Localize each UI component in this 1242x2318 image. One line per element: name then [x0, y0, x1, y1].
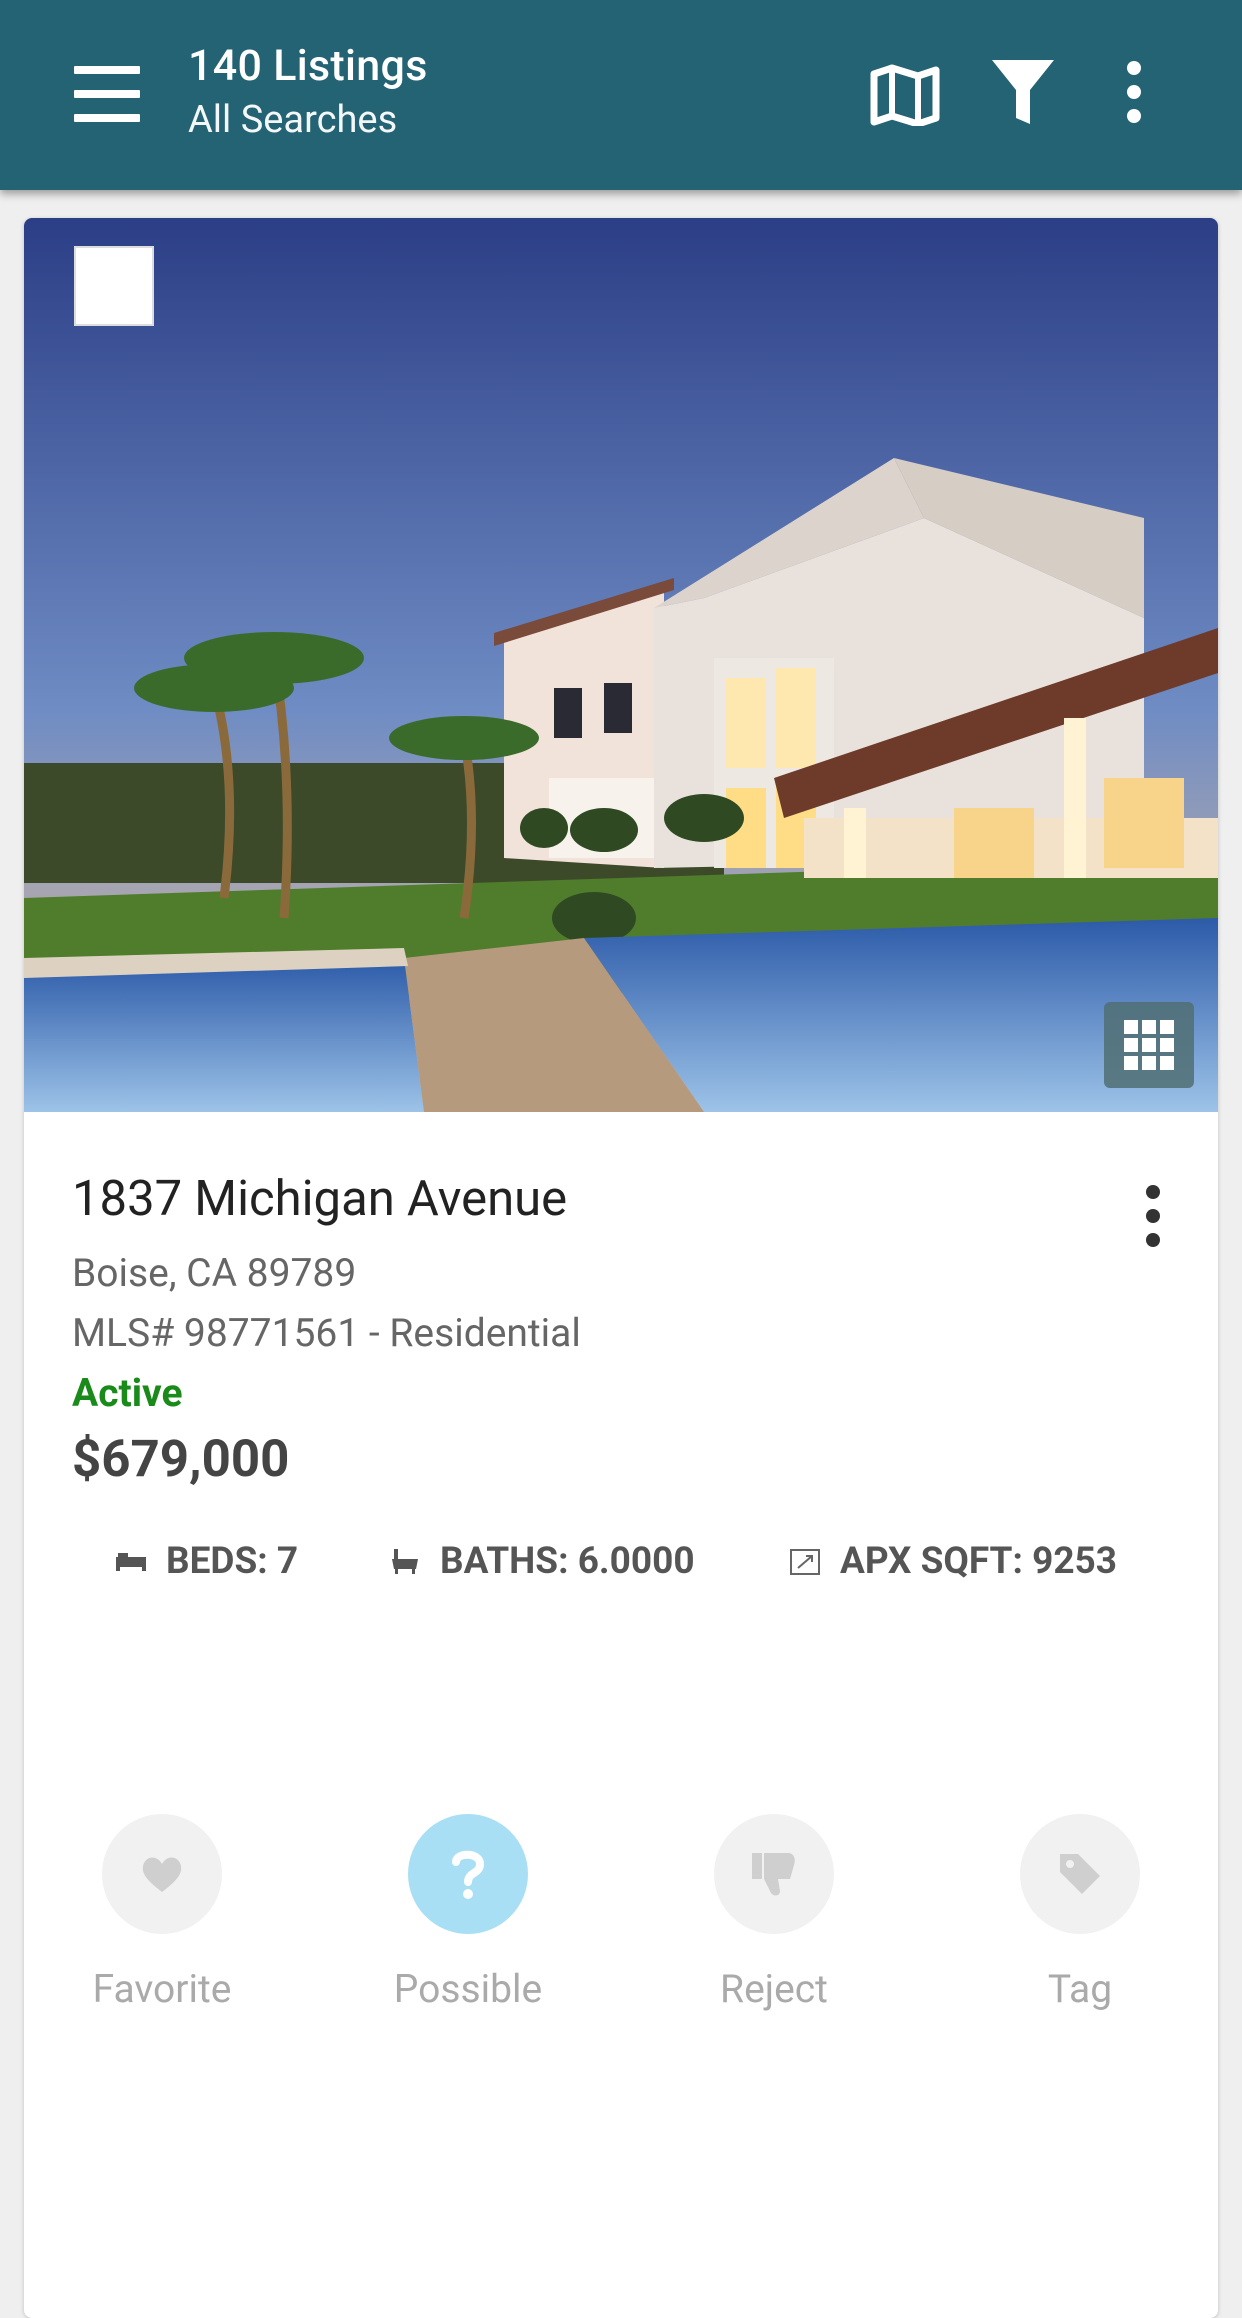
listing-more-icon[interactable]	[1138, 1184, 1168, 1248]
bed-icon	[116, 1552, 146, 1571]
listing-photo[interactable]	[24, 218, 1218, 1112]
question-icon	[452, 1850, 485, 1899]
status-badge: Active	[72, 1370, 183, 1416]
app-bar: 140 Listings All Searches	[0, 0, 1242, 190]
bathtub-icon	[392, 1548, 418, 1574]
filter-icon[interactable]	[990, 58, 1056, 128]
tag-icon	[1060, 1854, 1100, 1894]
tag-label: Tag	[1047, 1966, 1113, 2012]
select-checkbox[interactable]	[74, 246, 154, 326]
listing-mls: MLS# 98771561 - Residential	[72, 1310, 581, 1356]
search-subtitle: All Searches	[188, 98, 398, 142]
listings-count-title: 140 Listings	[188, 41, 428, 91]
expand-area-icon	[790, 1548, 820, 1575]
heart-icon	[142, 1857, 182, 1892]
tag-button[interactable]	[1020, 1814, 1140, 1934]
favorite-label: Favorite	[92, 1966, 232, 2012]
thumbs-down-icon	[752, 1853, 795, 1896]
baths-label: BATHS: 6.0000	[440, 1540, 695, 1583]
sqft-spec: APX SQFT: 9253	[788, 1540, 1117, 1583]
reject-button[interactable]	[714, 1814, 834, 1934]
favorite-action[interactable]: Favorite	[52, 1814, 272, 2012]
favorite-button[interactable]	[102, 1814, 222, 1934]
app-bar-titles: 140 Listings All Searches	[188, 38, 428, 146]
beds-label: BEDS: 7	[166, 1540, 299, 1583]
sqft-label: APX SQFT: 9253	[840, 1540, 1118, 1583]
listing-address: 1837 Michigan Avenue	[72, 1170, 568, 1227]
tag-action[interactable]: Tag	[970, 1814, 1190, 2012]
baths-spec: BATHS: 6.0000	[388, 1540, 695, 1583]
listing-city: Boise, CA 89789	[72, 1250, 357, 1296]
reject-label: Reject	[720, 1966, 828, 2012]
possible-button[interactable]	[408, 1814, 528, 1934]
gallery-grid-icon[interactable]	[1104, 1002, 1194, 1088]
listing-price: $679,000	[72, 1430, 290, 1489]
possible-action[interactable]: Possible	[358, 1814, 578, 2012]
more-vert-icon[interactable]	[1120, 60, 1148, 124]
map-icon[interactable]	[870, 64, 940, 126]
listing-card[interactable]: 1837 Michigan Avenue Boise, CA 89789 MLS…	[24, 218, 1218, 2318]
menu-icon[interactable]	[74, 66, 140, 122]
beds-spec: BEDS: 7	[114, 1540, 298, 1583]
reject-action[interactable]: Reject	[664, 1814, 884, 2012]
possible-label: Possible	[393, 1966, 543, 2012]
